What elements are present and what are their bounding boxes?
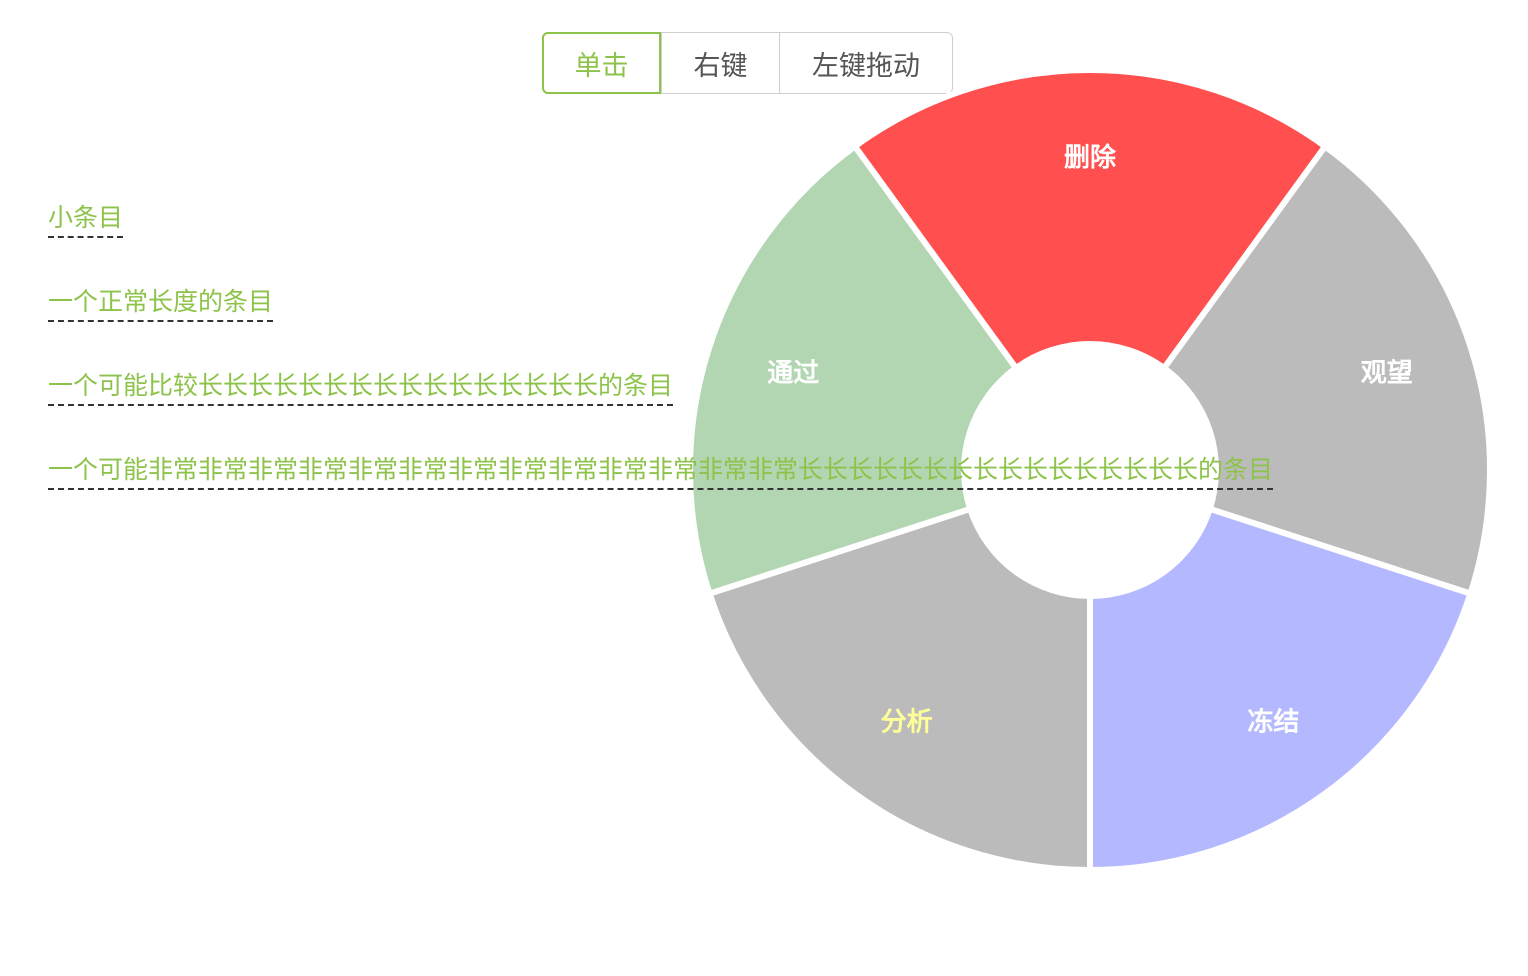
list-item-very-long[interactable]: 一个可能非常非常非常非常非常非常非常非常非常非常非常非常非常长长长长长长长长长长… [48,454,1274,490]
